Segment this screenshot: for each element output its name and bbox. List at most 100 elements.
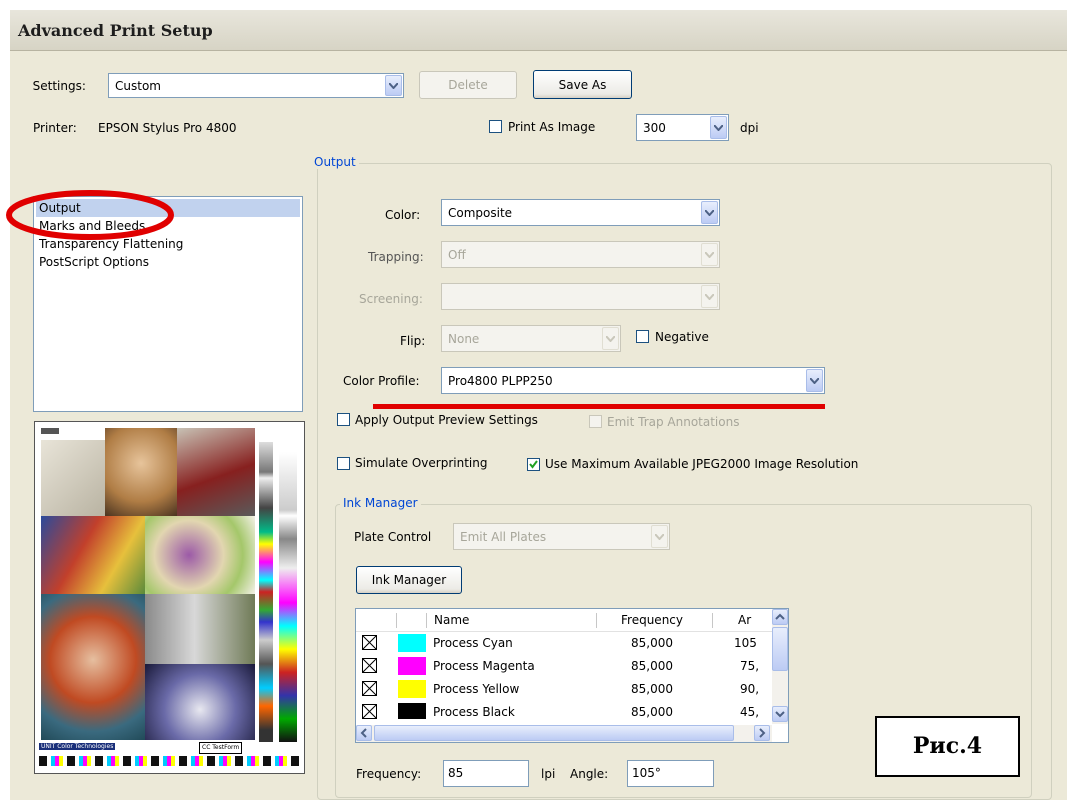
color-profile-label: Color Profile: <box>343 374 420 388</box>
plate-control-label: Plate Control <box>354 530 432 544</box>
flip-value: None <box>448 331 480 346</box>
chevron-down-icon[interactable] <box>710 116 727 139</box>
color-swatch <box>398 657 426 675</box>
color-label: Color: <box>385 208 421 222</box>
checkmark-icon <box>529 460 538 469</box>
use-max-jpeg2000-label: Use Maximum Available JPEG2000 Image Res… <box>545 457 859 471</box>
chevron-down-icon[interactable] <box>701 285 718 308</box>
header-divider <box>396 613 397 628</box>
preview-photo-flowers <box>145 664 255 740</box>
vertical-scrollbar[interactable] <box>772 609 788 724</box>
preview-photo-people <box>41 516 145 594</box>
sidebar-item-label: PostScript Options <box>39 255 150 269</box>
angle-input[interactable]: 105° <box>627 760 714 787</box>
sidebar-item-postscript-options[interactable]: PostScript Options <box>36 253 300 271</box>
settings-value: Custom <box>115 78 161 93</box>
scroll-up-icon[interactable] <box>772 609 788 625</box>
ink-manager-button-label: Ink Manager <box>371 573 447 587</box>
preview-footer: UNIT Color Technologies CC TestForm <box>39 742 302 754</box>
ink-manager-legend: Ink Manager <box>340 496 421 510</box>
preview-registration-bar <box>39 756 302 766</box>
column-header-name[interactable]: Name <box>434 609 470 631</box>
x-box-icon[interactable] <box>362 704 377 719</box>
chevron-down-icon[interactable] <box>602 327 619 350</box>
title-bar: Advanced Print Setup <box>10 10 1067 51</box>
ink-table[interactable]: Name Frequency Ar Process Cyan 85,000 10… <box>355 608 789 743</box>
preview-color-strip <box>259 442 273 742</box>
dpi-value: 300 <box>643 120 666 135</box>
ink-frequency: 85,000 <box>631 636 673 650</box>
emit-trap-annotations-checkbox[interactable] <box>589 415 602 428</box>
preview-photo-portrait <box>105 428 177 516</box>
settings-select[interactable]: Custom <box>108 73 404 98</box>
chevron-down-icon[interactable] <box>385 75 402 96</box>
emit-trap-annotations-label: Emit Trap Annotations <box>607 415 740 429</box>
color-select[interactable]: Composite <box>441 199 720 226</box>
header-divider <box>426 613 427 628</box>
settings-label-text: Settings: <box>32 79 86 93</box>
ink-name: Process Magenta <box>433 659 535 673</box>
figure-label: Рис.4 <box>875 716 1020 777</box>
ink-angle: 90, <box>740 682 760 696</box>
chevron-down-icon[interactable] <box>806 369 823 392</box>
frequency-label: Frequency: <box>356 767 422 781</box>
chevron-down-icon[interactable] <box>701 201 718 224</box>
page-preview-image: UNIT Color Technologies CC TestForm <box>34 421 305 774</box>
preview-footer-right: CC TestForm <box>199 742 243 754</box>
preview-photo-woman <box>41 594 145 740</box>
horizontal-scrollbar[interactable] <box>356 725 772 742</box>
color-profile-select[interactable]: Pro4800 PLPP250 <box>441 367 825 394</box>
table-row[interactable]: Process Yellow 85,000 90, <box>356 678 788 701</box>
table-row[interactable]: Process Black 85,000 45, <box>356 701 788 719</box>
dpi-unit: dpi <box>740 121 759 135</box>
save-as-button-label: Save As <box>558 77 607 92</box>
dpi-select[interactable]: 300 <box>636 114 729 141</box>
print-as-image-checkbox[interactable] <box>489 120 502 133</box>
apply-output-preview-label: Apply Output Preview Settings <box>355 413 538 427</box>
delete-button-label: Delete <box>448 78 488 92</box>
x-box-icon[interactable] <box>362 658 377 673</box>
trapping-value: Off <box>448 247 466 262</box>
chevron-down-icon[interactable] <box>701 243 718 266</box>
delete-button[interactable]: Delete <box>419 71 517 99</box>
plate-control-select[interactable]: Emit All Plates <box>453 523 670 550</box>
ink-frequency: 85,000 <box>631 705 673 719</box>
color-swatch <box>398 634 426 652</box>
ink-frequency: 85,000 <box>631 682 673 696</box>
preview-photo-bicycle <box>41 440 105 516</box>
plate-control-value: Emit All Plates <box>460 529 547 544</box>
x-box-icon[interactable] <box>362 681 377 696</box>
table-row[interactable]: Process Magenta 85,000 75, <box>356 655 788 678</box>
apply-output-preview-checkbox[interactable] <box>337 413 350 426</box>
scroll-down-icon[interactable] <box>772 706 788 722</box>
simulate-overprinting-checkbox[interactable] <box>337 457 350 470</box>
trapping-label: Trapping: <box>368 250 424 264</box>
frequency-input[interactable]: 85 <box>443 760 529 787</box>
preview-color-strip-2 <box>279 452 297 742</box>
save-as-button[interactable]: Save As <box>533 70 632 99</box>
column-header-frequency[interactable]: Frequency <box>621 609 683 631</box>
trapping-select[interactable]: Off <box>441 241 720 268</box>
color-swatch <box>398 680 426 698</box>
ink-name: Process Cyan <box>433 636 513 650</box>
scroll-right-icon[interactable] <box>754 725 770 741</box>
negative-label: Negative <box>655 330 709 344</box>
table-row[interactable]: Process Cyan 85,000 105 <box>356 632 788 655</box>
column-header-angle[interactable]: Ar <box>738 609 752 631</box>
red-underline-annotation <box>373 404 825 409</box>
scroll-left-icon[interactable] <box>356 725 372 741</box>
use-max-jpeg2000-checkbox[interactable] <box>527 458 540 471</box>
x-box-icon[interactable] <box>362 635 377 650</box>
scroll-thumb[interactable] <box>772 627 788 671</box>
screening-select[interactable] <box>441 283 720 310</box>
preview-photo-fruit <box>145 516 255 594</box>
flip-select[interactable]: None <box>441 325 621 352</box>
ink-manager-button[interactable]: Ink Manager <box>356 566 462 594</box>
angle-label: Angle: <box>570 767 609 781</box>
chevron-down-icon[interactable] <box>651 525 668 548</box>
ink-angle: 45, <box>740 705 760 719</box>
ink-name: Process Black <box>433 705 515 719</box>
negative-checkbox[interactable] <box>636 330 649 343</box>
scroll-thumb[interactable] <box>374 725 734 741</box>
preview-photo-silverware <box>145 594 255 664</box>
